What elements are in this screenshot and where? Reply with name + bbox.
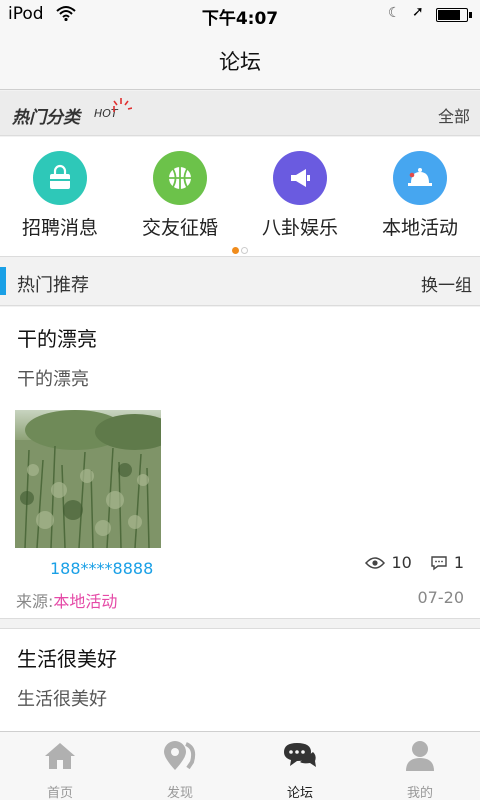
- page-indicator: [0, 239, 480, 258]
- post-image[interactable]: [15, 410, 161, 548]
- battery-icon: [436, 8, 472, 22]
- section-accent-bar: [0, 267, 6, 295]
- tab-profile[interactable]: 我的: [360, 738, 480, 800]
- tab-label: 我的: [406, 786, 433, 800]
- category-label: 招聘消息: [21, 217, 98, 239]
- category-local-events[interactable]: 本地活动: [360, 151, 480, 240]
- category-carousel: 招聘消息 交友征婚 八卦娱乐 本地活动: [0, 137, 480, 257]
- page-dot-active: [232, 247, 239, 254]
- tab-bar: 首页 发现 论坛 我的: [0, 731, 480, 800]
- battery-level: [438, 10, 460, 20]
- home-icon: [0, 738, 120, 774]
- clock: 下午4:07: [201, 9, 279, 29]
- post-body: 干的漂亮: [17, 369, 89, 390]
- user-icon: [360, 738, 480, 774]
- source-label: 来源:: [16, 592, 54, 611]
- post-title: 干的漂亮: [17, 327, 97, 351]
- category-label: 本地活动: [381, 217, 458, 239]
- category-recruitment[interactable]: 招聘消息: [0, 151, 120, 240]
- post-body: 生活很美好: [17, 689, 107, 710]
- location-pin-icon: [120, 738, 240, 774]
- recommend-title: 热门推荐: [17, 275, 89, 296]
- shopping-bag-icon: [33, 151, 87, 205]
- comment-count: 1: [453, 553, 464, 572]
- page-title: 论坛: [219, 50, 261, 74]
- tab-label: 发现: [166, 786, 193, 800]
- hot-categories-header: 热门分类 HOT 全部: [0, 91, 480, 136]
- bell-icon: [393, 151, 447, 205]
- post-author[interactable]: 188****8888: [50, 559, 153, 578]
- megaphone-icon: [273, 151, 327, 205]
- tab-label: 论坛: [286, 786, 313, 800]
- navigation-bar: 论坛: [0, 28, 480, 90]
- recommend-header: 热门推荐 换一组: [0, 258, 480, 306]
- hot-burst-icon: [113, 98, 132, 112]
- refresh-button[interactable]: 换一组: [421, 271, 472, 296]
- do-not-disturb-icon: ☾: [388, 5, 401, 21]
- post-card[interactable]: 生活很美好 生活很美好: [0, 628, 480, 732]
- post-source: 来源:本地活动: [16, 588, 117, 612]
- chat-bubbles-icon: [240, 738, 360, 774]
- tab-discover[interactable]: 发现: [120, 738, 240, 800]
- comment-icon: [430, 555, 448, 571]
- tab-home[interactable]: 首页: [0, 738, 120, 800]
- page-dot: [241, 247, 248, 254]
- basketball-icon: [153, 151, 207, 205]
- post-date: 07-20: [417, 588, 465, 607]
- status-bar: iPod 下午4:07 ☾ ➚: [0, 0, 480, 29]
- view-count: 10: [391, 553, 412, 572]
- post-title: 生活很美好: [17, 647, 117, 671]
- location-arrow-icon: ➚: [412, 4, 424, 20]
- category-dating[interactable]: 交友征婚: [120, 151, 240, 240]
- eye-icon: [365, 556, 386, 570]
- category-label: 八卦娱乐: [261, 217, 338, 239]
- category-label: 交友征婚: [141, 217, 218, 239]
- category-gossip[interactable]: 八卦娱乐: [240, 151, 360, 240]
- hot-categories-title: 热门分类: [12, 108, 80, 128]
- post-card[interactable]: 干的漂亮 干的漂亮 188****8888 10 1 来源:本地活动 07-20: [0, 307, 480, 619]
- source-category-link[interactable]: 本地活动: [53, 592, 117, 611]
- all-categories-link[interactable]: 全部: [438, 103, 470, 127]
- tab-forum[interactable]: 论坛: [240, 738, 360, 800]
- tab-label: 首页: [46, 786, 73, 800]
- post-stats: 10 1: [365, 553, 464, 572]
